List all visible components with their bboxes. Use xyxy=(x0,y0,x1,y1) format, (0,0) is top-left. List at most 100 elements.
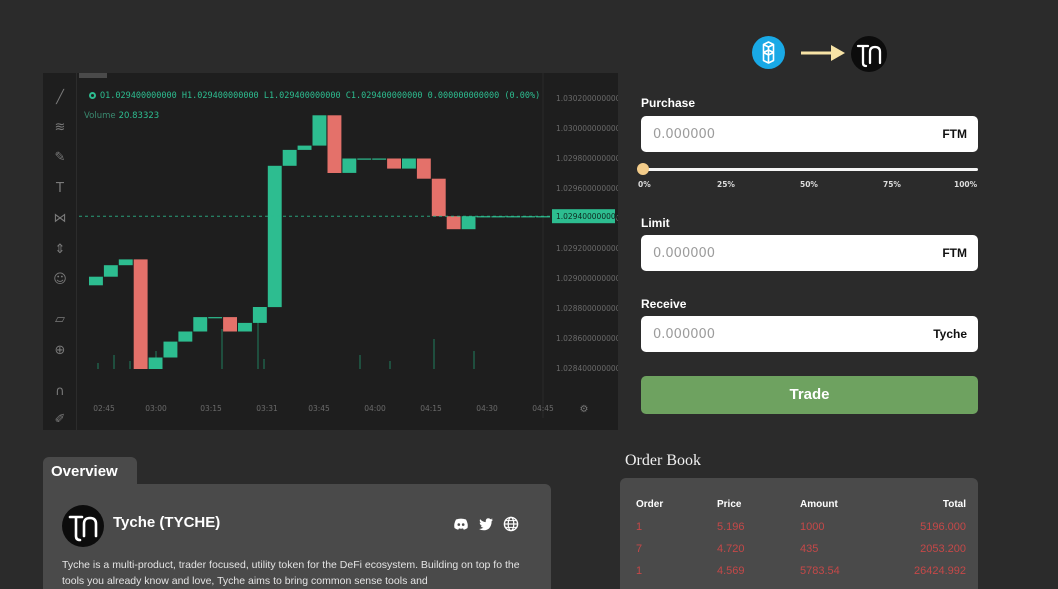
cell-order: 7 xyxy=(636,543,643,555)
emoji-icon[interactable]: ☺ xyxy=(51,271,69,289)
purchase-input[interactable]: 0.000000 xyxy=(653,127,715,142)
ftm-logo-icon xyxy=(752,36,785,69)
twitter-icon[interactable] xyxy=(478,516,494,532)
table-row[interactable]: 7 4.720 435 2053.200 xyxy=(620,543,978,559)
col-amount: Amount xyxy=(800,499,838,510)
candle xyxy=(89,276,103,286)
candle xyxy=(402,158,416,169)
limit-input[interactable]: 0.000000 xyxy=(653,246,715,261)
slider-tick-50[interactable]: 50% xyxy=(800,180,818,189)
candle xyxy=(252,307,267,323)
ohlc-close-value: 1.029400000000 xyxy=(350,91,423,101)
token-name: Tyche (TYCHE) xyxy=(113,514,221,531)
ohlc-high-value: 1.029400000000 xyxy=(187,91,259,101)
cell-amount: 5783.54 xyxy=(800,565,840,577)
candle xyxy=(431,178,446,217)
limit-unit: FTM xyxy=(942,246,967,260)
ruler-icon[interactable]: ▱ xyxy=(51,311,69,329)
candle xyxy=(372,158,387,160)
amount-slider-handle[interactable] xyxy=(637,163,649,175)
receive-unit: Tyche xyxy=(933,327,967,341)
purchase-field[interactable]: 0.000000 FTM xyxy=(641,116,978,152)
candle xyxy=(178,331,193,342)
pattern-icon[interactable]: ⋈ xyxy=(51,210,69,228)
purchase-unit: FTM xyxy=(942,127,967,141)
y-tick-label: 1.030000000000 xyxy=(556,124,618,133)
x-tick-label: 02:45 xyxy=(93,404,115,413)
candle xyxy=(312,115,327,146)
ohlc-readout: O1.029400000000 H1.029400000000 L1.02940… xyxy=(89,91,540,101)
y-tick-label: 1.029200000000 xyxy=(556,244,618,253)
x-tick-label: 03:45 xyxy=(308,404,330,413)
chart-tab-indicator xyxy=(79,73,107,78)
slider-tick-75[interactable]: 75% xyxy=(883,180,901,189)
cell-total: 5196.000 xyxy=(920,521,966,533)
cell-order: 1 xyxy=(636,521,643,533)
purchase-label: Purchase xyxy=(641,96,696,110)
candle xyxy=(267,165,282,308)
cell-total: 2053.200 xyxy=(920,543,966,555)
x-tick-label: 04:15 xyxy=(420,404,442,413)
trade-button[interactable]: Trade xyxy=(641,376,978,414)
text-icon[interactable]: T xyxy=(51,180,69,198)
slider-tick-25[interactable]: 25% xyxy=(717,180,735,189)
ohlc-open-value: 1.029400000000 xyxy=(105,91,177,101)
limit-field[interactable]: 0.000000 FTM xyxy=(641,235,978,271)
order-book-header: Order Price Amount Total xyxy=(620,499,978,515)
amount-slider-track[interactable] xyxy=(643,168,978,171)
volume-bar xyxy=(263,359,265,369)
tyche-logo-icon xyxy=(851,36,887,72)
tyche-logo-icon xyxy=(62,505,104,547)
table-row[interactable]: 1 5.196 1000 5196.000 xyxy=(620,521,978,537)
volume-readout: Volume 20.83323 xyxy=(84,111,159,121)
volume-bar xyxy=(473,351,475,369)
fib-icon[interactable]: ≋ xyxy=(51,119,69,137)
lock-icon[interactable]: ✐ xyxy=(51,411,69,429)
visibility-toggle-icon[interactable] xyxy=(89,92,96,99)
amount-slider-ticks: 0% 25% 50% 75% 100% xyxy=(638,180,978,190)
volume-bar xyxy=(433,339,435,369)
social-links xyxy=(453,516,519,532)
brush-icon[interactable]: ✎ xyxy=(51,149,69,167)
current-price-label: 1.029400000000 xyxy=(556,212,618,221)
slider-tick-0[interactable]: 0% xyxy=(638,180,651,189)
candle xyxy=(223,317,237,332)
globe-icon[interactable] xyxy=(503,516,519,532)
slider-tick-100[interactable]: 100% xyxy=(954,180,977,189)
ohlc-change: 0.000000000000 (0.00%) xyxy=(427,91,541,101)
candle xyxy=(416,158,431,179)
measure-icon[interactable]: ⇕ xyxy=(51,241,69,259)
price-chart[interactable]: 1.030200000000 1.030000000000 1.0298000000… xyxy=(43,73,618,430)
table-row[interactable]: 1 4.569 5783.54 26424.992 xyxy=(620,565,978,581)
magnet-icon[interactable]: ∩ xyxy=(51,383,69,401)
receive-field[interactable]: 0.000000 Tyche xyxy=(641,316,978,352)
volume-bar xyxy=(221,329,223,369)
volume-value: 20.83323 xyxy=(118,111,160,121)
order-book-title: Order Book xyxy=(625,452,701,469)
chart-canvas[interactable]: 1.030200000000 1.030000000000 1.0298000000… xyxy=(43,73,618,430)
limit-label: Limit xyxy=(641,216,670,230)
volume-bar xyxy=(389,361,391,369)
order-book-table: Order Price Amount Total 1 5.196 1000 51… xyxy=(620,478,978,589)
tab-overview[interactable]: Overview xyxy=(43,457,137,487)
discord-icon[interactable] xyxy=(453,516,469,532)
candle xyxy=(163,341,178,358)
arrow-right-icon xyxy=(800,42,846,68)
cell-price: 4.720 xyxy=(717,543,745,555)
receive-input[interactable]: 0.000000 xyxy=(653,327,715,342)
zoom-icon[interactable]: ⊕ xyxy=(51,342,69,360)
x-tick-label: 04:30 xyxy=(476,404,498,413)
col-order: Order xyxy=(636,499,664,510)
candle xyxy=(208,317,223,319)
trend-line-icon[interactable]: ╱ xyxy=(51,89,69,107)
cell-price: 5.196 xyxy=(717,521,745,533)
cell-order: 1 xyxy=(636,565,643,577)
col-total: Total xyxy=(942,499,966,510)
candle xyxy=(193,317,208,332)
chart-settings-icon[interactable]: ⚙ xyxy=(580,404,589,415)
x-tick-label: 03:15 xyxy=(200,404,222,413)
overview-card: Tyche (TYCHE) Tyche is a multi-product, … xyxy=(43,484,551,589)
candle xyxy=(327,115,342,173)
y-tick-label: 1.028400000000 xyxy=(556,364,618,373)
x-tick-label: 03:00 xyxy=(145,404,167,413)
